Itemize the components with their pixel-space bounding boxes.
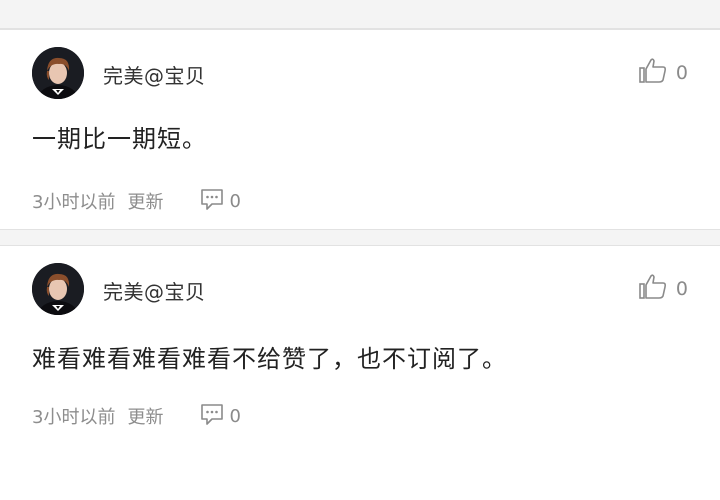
timestamp: 3小时以前 bbox=[32, 407, 116, 428]
comment-text: 难看难看难看难看不给赞了，也不订阅了。 bbox=[32, 345, 507, 373]
reply-button[interactable]: 0 bbox=[199, 402, 241, 430]
comment-meta: 3小时以前 更新 0 bbox=[32, 188, 241, 214]
comment-bubble-icon bbox=[199, 402, 225, 430]
like-button[interactable]: 0 bbox=[638, 273, 688, 305]
reply-button[interactable]: 0 bbox=[199, 187, 241, 215]
comment-card: 完美@宝贝 0 难看难看难看难看不给赞了，也不订阅了。 3小时以前 更新 0 bbox=[0, 245, 720, 500]
comment-feed: 完美@宝贝 0 一期比一期短。 3小时以前 更新 0 完美@宝贝 0 难看难看难… bbox=[0, 0, 720, 500]
username[interactable]: 完美@宝贝 bbox=[103, 276, 206, 305]
update-link[interactable]: 更新 bbox=[127, 403, 163, 429]
timestamp: 3小时以前 bbox=[32, 192, 116, 213]
like-button[interactable]: 0 bbox=[638, 57, 688, 89]
comment-bubble-icon bbox=[199, 187, 225, 215]
reply-count: 0 bbox=[229, 190, 241, 212]
update-link[interactable]: 更新 bbox=[127, 188, 163, 214]
username[interactable]: 完美@宝贝 bbox=[103, 60, 206, 89]
like-count: 0 bbox=[675, 62, 688, 84]
thumbs-up-icon bbox=[638, 57, 668, 89]
top-divider bbox=[0, 0, 720, 29]
like-count: 0 bbox=[675, 278, 688, 300]
comment-meta: 3小时以前 更新 0 bbox=[32, 403, 241, 429]
avatar[interactable] bbox=[32, 47, 84, 99]
reply-count: 0 bbox=[229, 405, 241, 427]
comment-text: 一期比一期短。 bbox=[32, 125, 207, 153]
comment-card: 完美@宝贝 0 一期比一期短。 3小时以前 更新 0 bbox=[0, 29, 720, 230]
avatar[interactable] bbox=[32, 263, 84, 315]
thumbs-up-icon bbox=[638, 273, 668, 305]
